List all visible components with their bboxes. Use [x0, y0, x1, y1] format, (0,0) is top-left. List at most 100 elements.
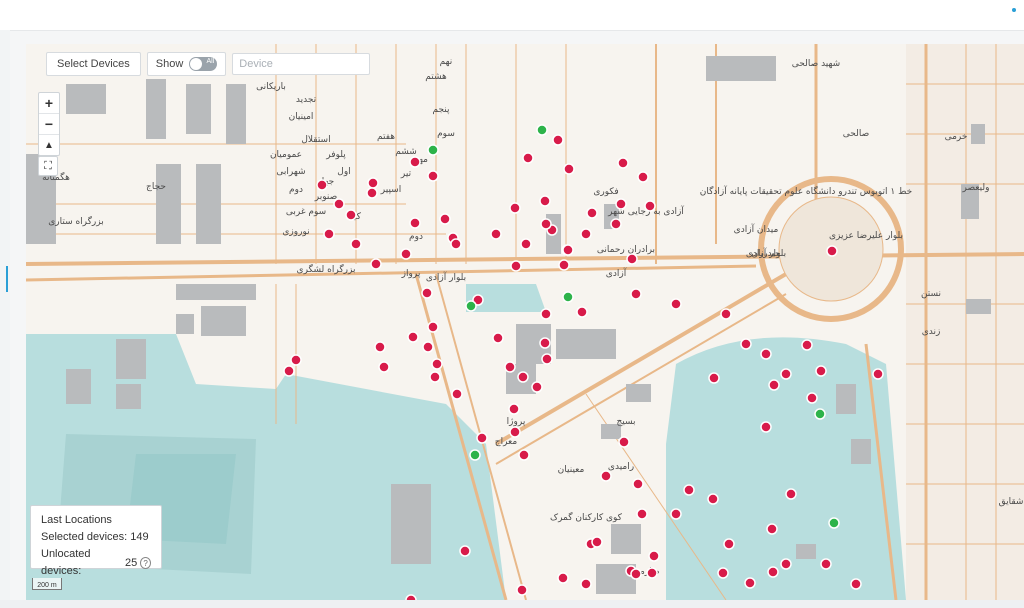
device-marker-red[interactable]	[378, 361, 390, 373]
device-marker-red[interactable]	[591, 536, 603, 548]
device-marker-red[interactable]	[850, 578, 862, 590]
device-marker-red[interactable]	[450, 238, 462, 250]
device-marker-green[interactable]	[562, 291, 574, 303]
device-marker-red[interactable]	[540, 218, 552, 230]
device-marker-red[interactable]	[826, 245, 838, 257]
device-marker-red[interactable]	[617, 157, 629, 169]
device-marker-red[interactable]	[744, 577, 756, 589]
device-marker-red[interactable]	[492, 332, 504, 344]
device-marker-red[interactable]	[539, 337, 551, 349]
device-marker-red[interactable]	[439, 213, 451, 225]
device-marker-green[interactable]	[828, 517, 840, 529]
device-marker-red[interactable]	[806, 392, 818, 404]
device-marker-red[interactable]	[557, 572, 569, 584]
device-marker-red[interactable]	[541, 353, 553, 365]
device-marker-red[interactable]	[717, 567, 729, 579]
device-marker-red[interactable]	[683, 484, 695, 496]
device-marker-red[interactable]	[636, 508, 648, 520]
device-marker-red[interactable]	[516, 584, 528, 596]
device-marker-red[interactable]	[345, 209, 357, 221]
device-marker-red[interactable]	[520, 238, 532, 250]
device-marker-red[interactable]	[333, 198, 345, 210]
fullscreen-button[interactable]: ⛶	[38, 156, 58, 176]
device-marker-red[interactable]	[427, 321, 439, 333]
device-marker-red[interactable]	[409, 156, 421, 168]
device-marker-red[interactable]	[720, 308, 732, 320]
device-marker-red[interactable]	[767, 566, 779, 578]
device-marker-red[interactable]	[350, 238, 362, 250]
device-marker-red[interactable]	[801, 339, 813, 351]
device-marker-red[interactable]	[316, 179, 328, 191]
device-marker-red[interactable]	[539, 195, 551, 207]
device-marker-red[interactable]	[366, 187, 378, 199]
device-marker-red[interactable]	[522, 152, 534, 164]
device-marker-red[interactable]	[518, 449, 530, 461]
device-marker-red[interactable]	[618, 436, 630, 448]
device-marker-red[interactable]	[670, 508, 682, 520]
device-marker-green[interactable]	[465, 300, 477, 312]
zoom-in-button[interactable]: +	[39, 93, 59, 114]
device-marker-red[interactable]	[429, 371, 441, 383]
device-marker-red[interactable]	[451, 388, 463, 400]
device-marker-red[interactable]	[540, 308, 552, 320]
map-canvas[interactable]: بلوار آزادیبلوار آزادی آزادیمیدان آزادیپر…	[26, 44, 1024, 600]
device-marker-red[interactable]	[576, 306, 588, 318]
device-marker-red[interactable]	[632, 478, 644, 490]
device-marker-red[interactable]	[580, 578, 592, 590]
device-marker-red[interactable]	[646, 567, 658, 579]
select-devices-button[interactable]: Select Devices	[46, 52, 141, 76]
device-marker-red[interactable]	[780, 368, 792, 380]
device-marker-red[interactable]	[409, 217, 421, 229]
device-marker-red[interactable]	[637, 171, 649, 183]
device-marker-red[interactable]	[600, 470, 612, 482]
device-marker-red[interactable]	[586, 207, 598, 219]
device-marker-red[interactable]	[490, 228, 502, 240]
device-marker-red[interactable]	[517, 371, 529, 383]
device-marker-red[interactable]	[504, 361, 516, 373]
device-marker-red[interactable]	[785, 488, 797, 500]
device-marker-red[interactable]	[476, 432, 488, 444]
show-all-toggle[interactable]: All	[189, 57, 218, 71]
device-marker-red[interactable]	[707, 493, 719, 505]
zoom-out-button[interactable]: −	[39, 114, 59, 135]
device-marker-red[interactable]	[610, 218, 622, 230]
device-marker-red[interactable]	[283, 365, 295, 377]
device-marker-green[interactable]	[469, 449, 481, 461]
device-marker-red[interactable]	[400, 248, 412, 260]
device-search-input[interactable]	[232, 53, 371, 75]
device-marker-red[interactable]	[509, 202, 521, 214]
device-marker-red[interactable]	[323, 228, 335, 240]
device-marker-red[interactable]	[531, 381, 543, 393]
device-marker-red[interactable]	[370, 258, 382, 270]
device-marker-red[interactable]	[815, 365, 827, 377]
device-marker-red[interactable]	[509, 426, 521, 438]
device-marker-red[interactable]	[768, 379, 780, 391]
device-marker-green[interactable]	[536, 124, 548, 136]
device-marker-red[interactable]	[630, 568, 642, 580]
device-marker-red[interactable]	[290, 354, 302, 366]
device-marker-red[interactable]	[708, 372, 720, 384]
device-marker-red[interactable]	[562, 244, 574, 256]
device-marker-red[interactable]	[670, 298, 682, 310]
device-marker-red[interactable]	[644, 200, 656, 212]
device-marker-red[interactable]	[780, 558, 792, 570]
device-marker-red[interactable]	[760, 421, 772, 433]
device-marker-red[interactable]	[421, 287, 433, 299]
device-marker-red[interactable]	[615, 198, 627, 210]
device-marker-red[interactable]	[508, 403, 520, 415]
device-marker-red[interactable]	[422, 341, 434, 353]
device-marker-red[interactable]	[563, 163, 575, 175]
device-marker-red[interactable]	[766, 523, 778, 535]
device-marker-red[interactable]	[723, 538, 735, 550]
device-marker-red[interactable]	[459, 545, 471, 557]
device-marker-red[interactable]	[760, 348, 772, 360]
map-view[interactable]: بلوار آزادی بلوار آزادی آزادی میدان آزادی پر…	[26, 44, 1024, 600]
device-marker-red[interactable]	[374, 341, 386, 353]
device-marker-red[interactable]	[626, 253, 638, 265]
device-marker-red[interactable]	[431, 358, 443, 370]
device-marker-green[interactable]	[427, 144, 439, 156]
device-marker-red[interactable]	[558, 259, 570, 271]
device-marker-red[interactable]	[552, 134, 564, 146]
device-marker-red[interactable]	[407, 331, 419, 343]
device-marker-red[interactable]	[820, 558, 832, 570]
